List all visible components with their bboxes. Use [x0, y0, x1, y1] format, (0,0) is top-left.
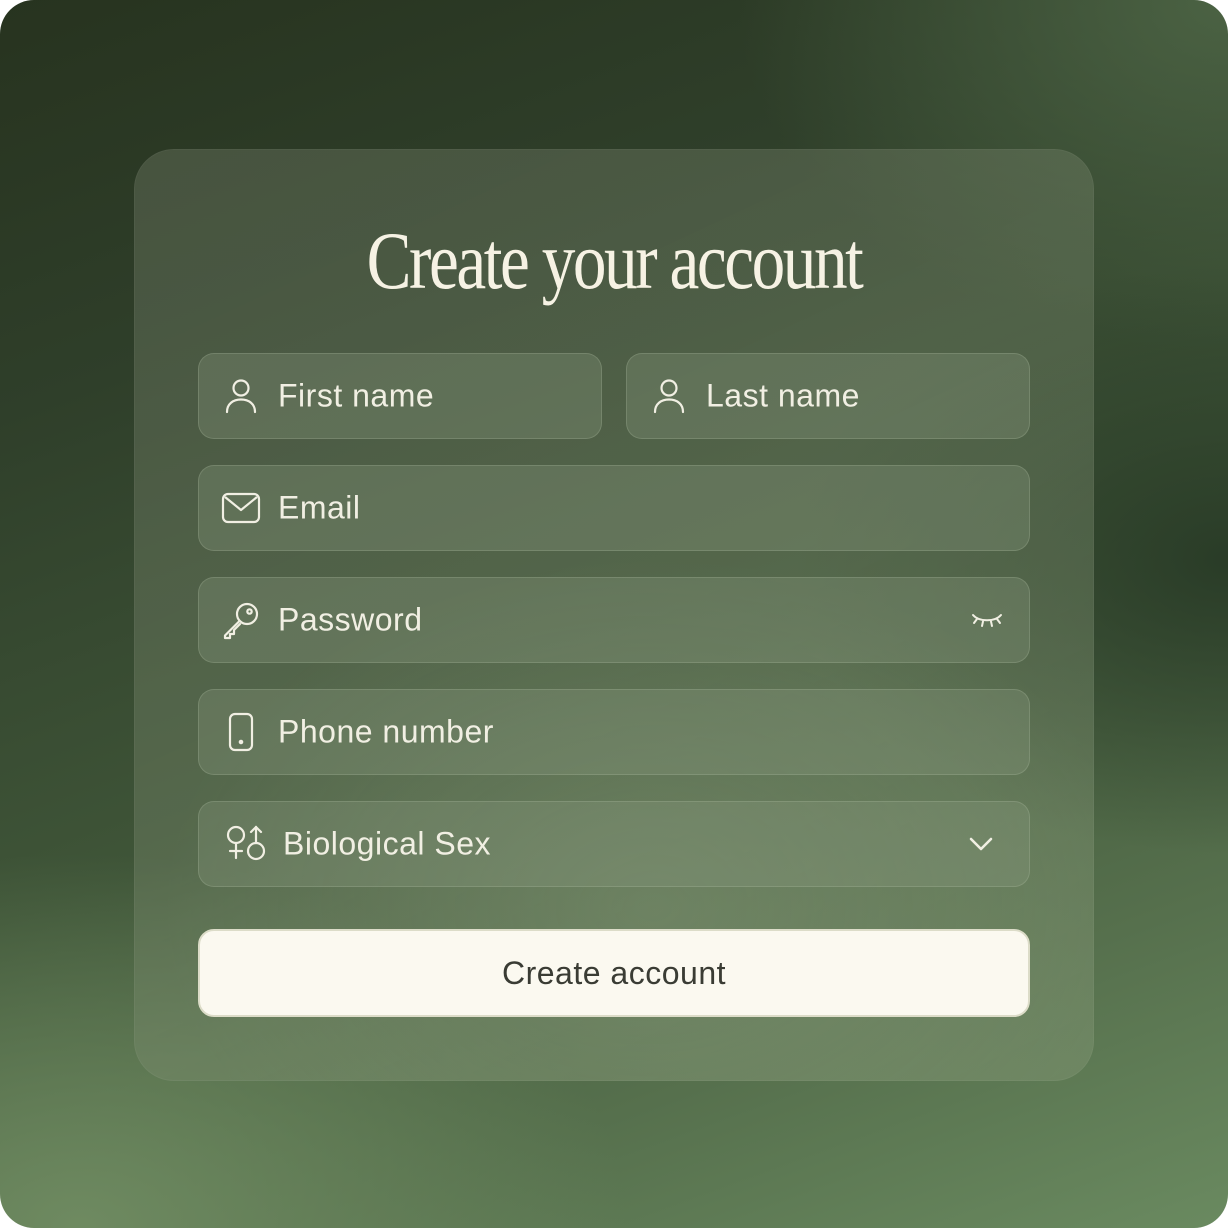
envelope-icon [221, 488, 261, 528]
password-field[interactable]: Password [198, 577, 1030, 663]
eye-closed-icon[interactable] [969, 602, 1005, 638]
gender-icon [225, 824, 269, 864]
email-placeholder: Email [278, 489, 361, 526]
phone-icon [221, 712, 261, 752]
user-icon [649, 376, 689, 416]
phone-placeholder: Phone number [278, 713, 494, 750]
last-name-field[interactable]: Last name [626, 353, 1030, 439]
phone-field[interactable]: Phone number [198, 689, 1030, 775]
last-name-placeholder: Last name [706, 377, 860, 414]
email-field[interactable]: Email [198, 465, 1030, 551]
first-name-placeholder: First name [278, 377, 435, 414]
create-account-button[interactable]: Create account [198, 929, 1030, 1017]
password-placeholder: Password [278, 601, 423, 638]
biological-sex-select[interactable]: Biological Sex [198, 801, 1030, 887]
biological-sex-placeholder: Biological Sex [283, 825, 491, 862]
first-name-field[interactable]: First name [198, 353, 602, 439]
key-icon [221, 600, 261, 640]
chevron-down-icon[interactable] [963, 826, 999, 862]
page-title: Create your account [366, 215, 864, 306]
user-icon [221, 376, 261, 416]
